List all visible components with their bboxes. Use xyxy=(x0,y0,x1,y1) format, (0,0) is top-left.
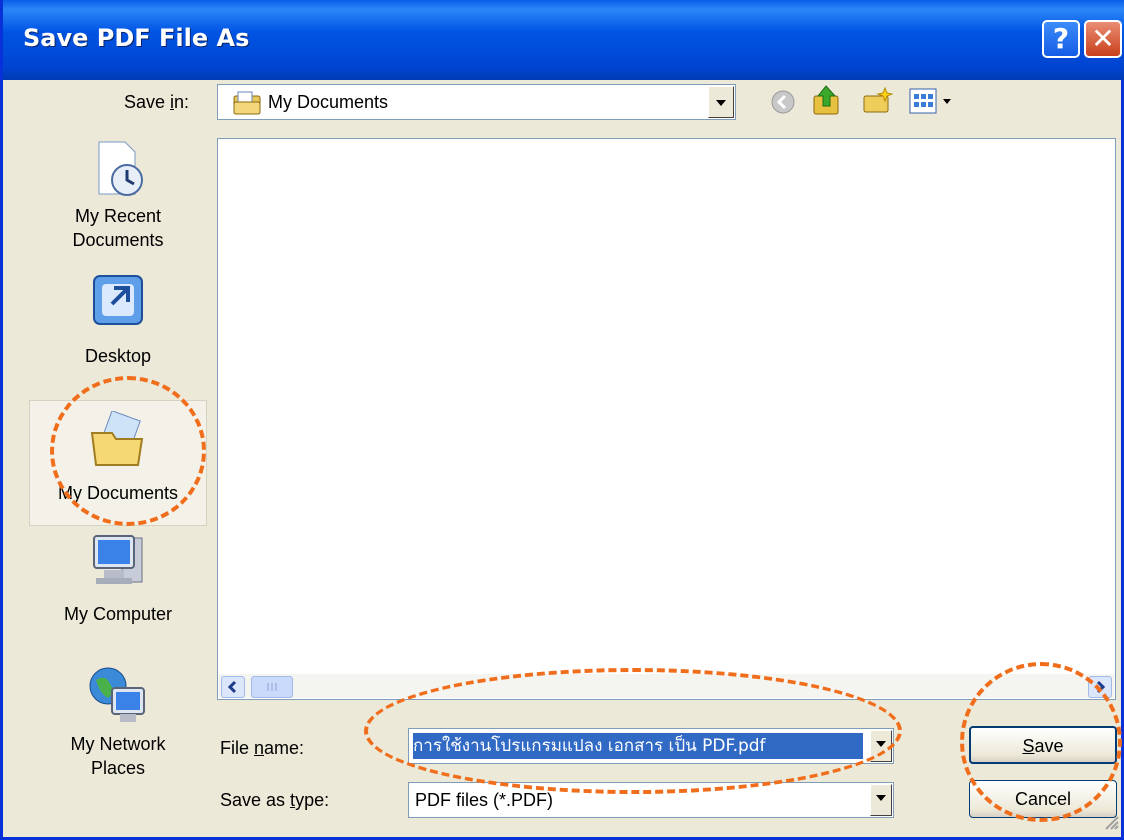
place-my-computer[interactable]: My Computer xyxy=(29,530,207,626)
scroll-left-button[interactable] xyxy=(221,676,245,698)
place-label: My Recent xyxy=(74,206,162,226)
save-button[interactable]: Save xyxy=(969,726,1117,764)
new-folder-icon[interactable] xyxy=(861,86,894,121)
chevron-down-icon xyxy=(876,741,886,747)
save-dialog: Save PDF File As ? ✕ Save in: My Documen… xyxy=(0,0,1124,840)
place-recent-documents[interactable]: My Recent Documents xyxy=(29,140,207,252)
resize-grip-icon[interactable] xyxy=(1101,812,1119,835)
recent-documents-icon xyxy=(29,140,207,204)
views-menu-icon[interactable] xyxy=(909,88,957,119)
places-bar: My Recent Documents Desktop My Documents… xyxy=(29,126,207,828)
documents-folder-icon xyxy=(232,90,262,121)
dialog-title: Save PDF File As xyxy=(23,24,250,52)
network-places-icon xyxy=(29,662,207,726)
save-as-type-dropdown-arrow[interactable] xyxy=(870,784,892,816)
place-label: My Documents xyxy=(57,483,179,503)
place-label: Desktop xyxy=(84,346,152,366)
file-name-label: File name: xyxy=(220,738,305,758)
file-name-selected-text: การใช้งานโปรแกรมแปลง เอกสาร เป็น PDF.pdf xyxy=(413,733,863,759)
my-computer-icon xyxy=(29,530,207,594)
place-network-places[interactable]: My Network Places xyxy=(29,662,207,780)
place-label-line2: Documents xyxy=(72,230,164,250)
save-in-dropdown[interactable]: My Documents xyxy=(217,84,736,120)
chevron-down-icon xyxy=(876,795,886,801)
place-desktop[interactable]: Desktop xyxy=(29,272,207,368)
desktop-icon xyxy=(29,272,207,336)
chevron-down-icon xyxy=(716,100,726,106)
help-button[interactable]: ? xyxy=(1042,20,1080,58)
place-my-documents[interactable]: My Documents xyxy=(29,400,207,526)
my-documents-icon xyxy=(30,410,206,475)
close-button[interactable]: ✕ xyxy=(1084,20,1122,58)
save-as-type-label: Save as type: xyxy=(220,790,330,810)
file-list[interactable] xyxy=(217,138,1116,700)
cancel-button[interactable]: Cancel xyxy=(969,780,1117,818)
scroll-right-button[interactable] xyxy=(1088,676,1112,698)
place-label: My Network xyxy=(70,734,166,754)
title-bar[interactable]: Save PDF File As ? ✕ xyxy=(3,0,1124,80)
back-icon[interactable] xyxy=(769,88,797,121)
save-as-type-dropdown[interactable]: PDF files (*.PDF) xyxy=(408,782,894,818)
horizontal-scrollbar[interactable] xyxy=(219,674,1114,698)
save-in-label: Save in: xyxy=(124,92,190,112)
scroll-thumb[interactable] xyxy=(251,676,293,698)
file-name-dropdown-arrow[interactable] xyxy=(870,730,892,762)
file-name-input[interactable]: การใช้งานโปรแกรมแปลง เอกสาร เป็น PDF.pdf xyxy=(408,728,894,764)
place-label-line2: Places xyxy=(90,758,146,778)
save-in-dropdown-arrow[interactable] xyxy=(708,86,734,118)
save-in-location: My Documents xyxy=(268,92,389,112)
save-as-type-value: PDF files (*.PDF) xyxy=(415,790,554,810)
place-label: My Computer xyxy=(63,604,173,624)
up-folder-icon[interactable] xyxy=(811,84,843,123)
